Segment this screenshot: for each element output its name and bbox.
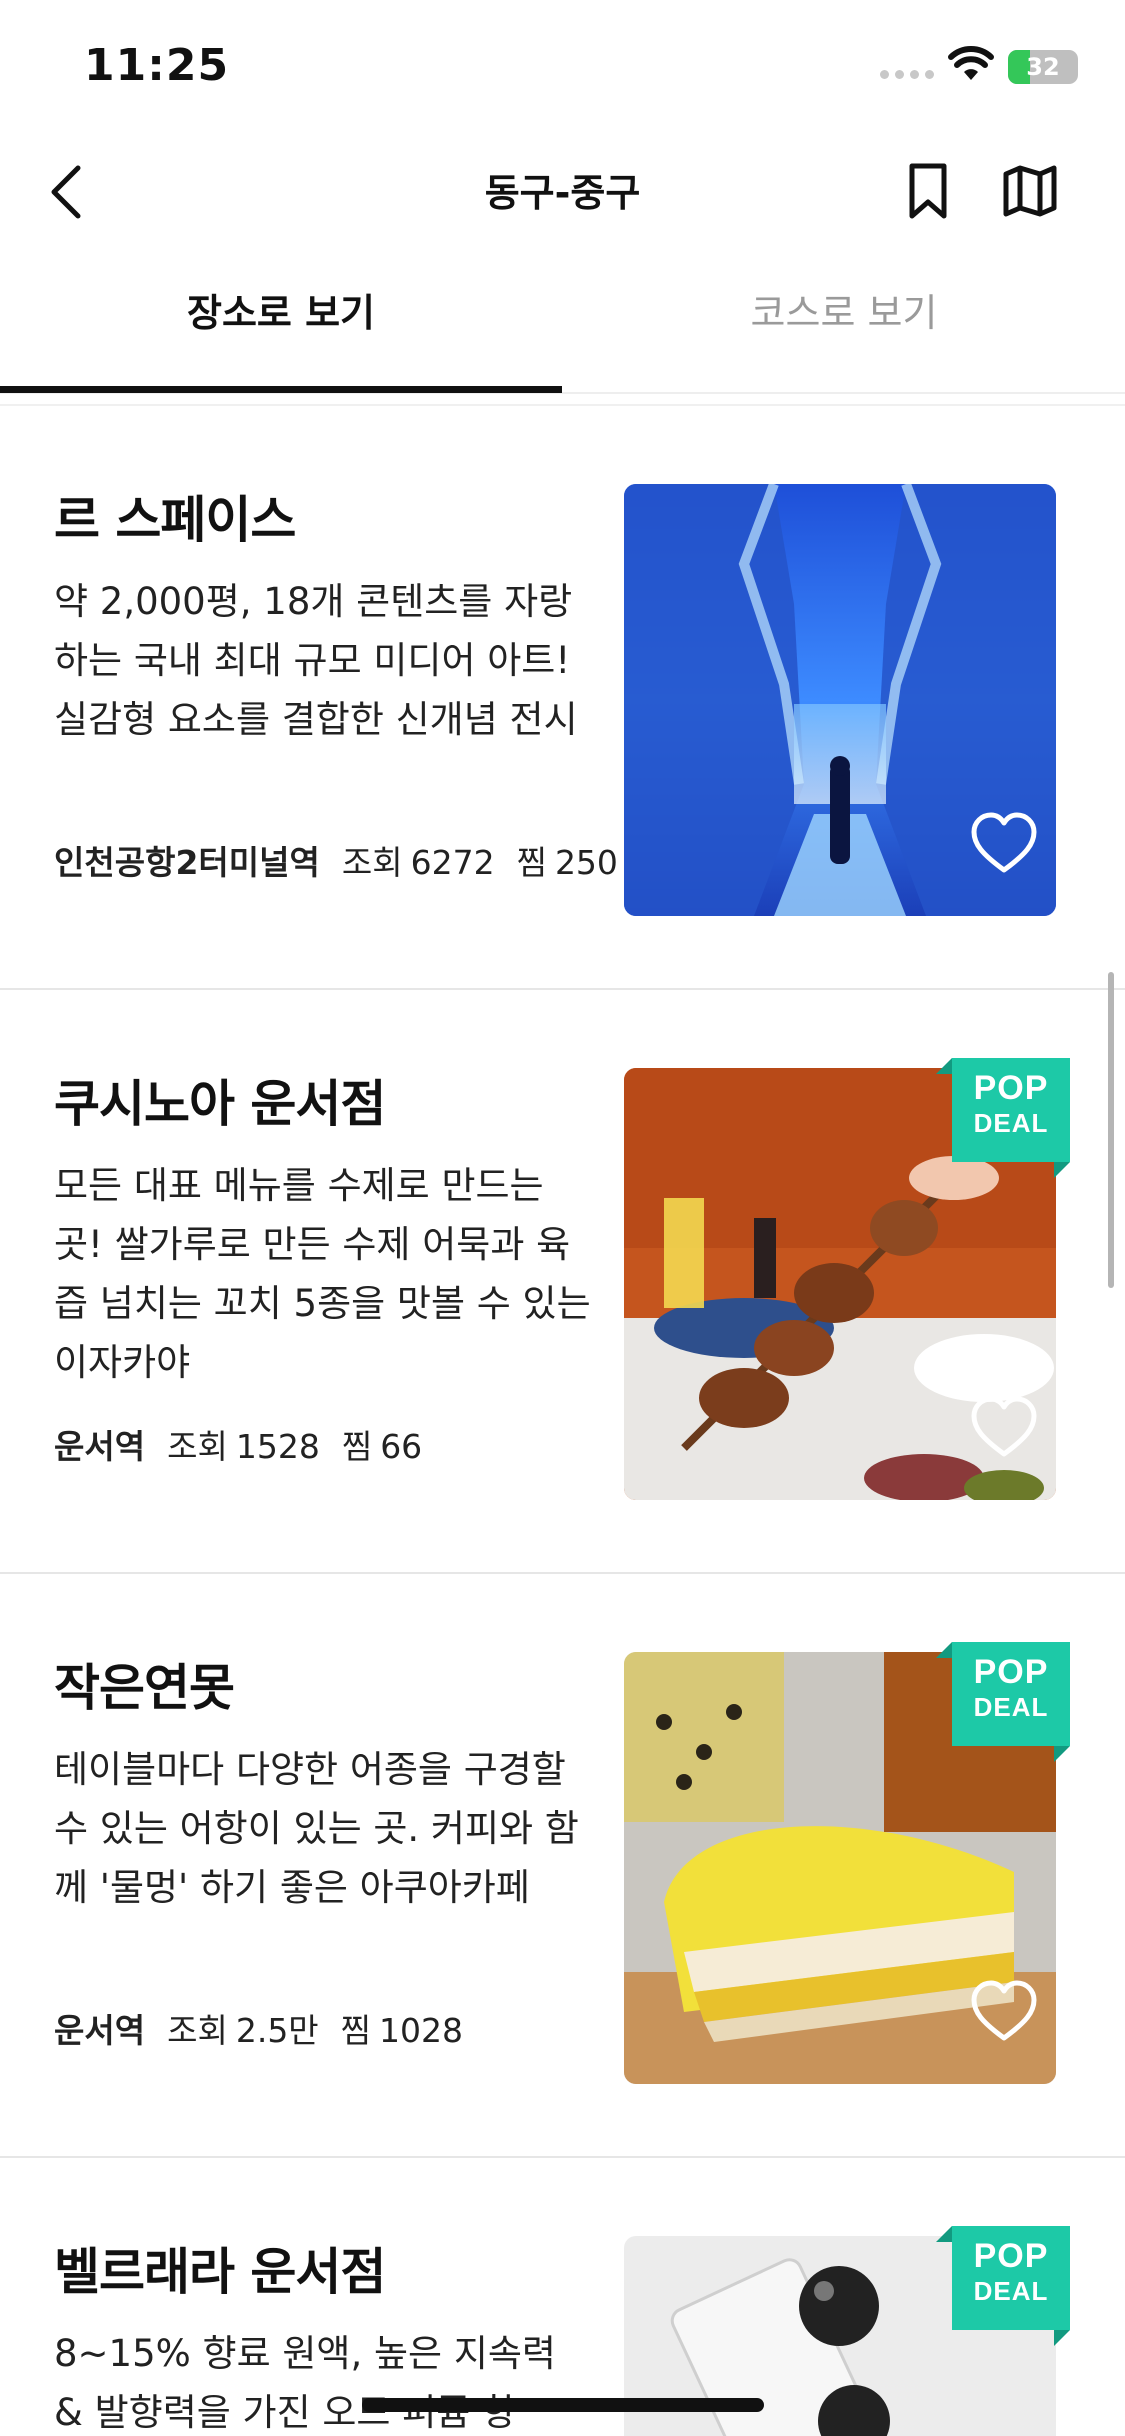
- badge-line1: POP: [973, 1653, 1049, 1691]
- views-count: 1528: [235, 1427, 320, 1466]
- badge-line2: DEAL: [973, 1108, 1049, 1138]
- likes-count: 1028: [379, 2011, 464, 2050]
- views-count: 6272: [410, 843, 495, 882]
- map-icon[interactable]: [1000, 162, 1060, 220]
- heart-icon[interactable]: [968, 810, 1040, 876]
- views-count: 2.5만: [235, 2011, 319, 2050]
- likes-count: 250: [554, 843, 618, 882]
- scrollbar[interactable]: [1108, 972, 1114, 1288]
- place-title: 르 스페이스: [54, 491, 296, 549]
- views-label: 조회: [341, 843, 403, 882]
- view-tabs: 장소로 보기 코스로 보기: [0, 270, 1125, 394]
- views-label: 조회: [167, 2011, 228, 2050]
- cellular-signal-icon: [880, 70, 934, 79]
- pop-deal-badge: POP DEAL: [936, 2226, 1072, 2346]
- heart-icon[interactable]: [968, 1978, 1040, 2044]
- likes-label: 찜: [516, 843, 547, 882]
- badge-line2: DEAL: [973, 1692, 1049, 1722]
- top-navigation-bar: 동구-중구: [0, 140, 1125, 240]
- place-meta: 운서역 조회 2.5만 찜 1028: [54, 2004, 624, 2052]
- battery-icon: 32: [1008, 50, 1078, 84]
- list-item[interactable]: 작은연못 테이블마다 다양한 어종을 구경할 수 있는 어항이 있는 곳. 커피…: [0, 1574, 1125, 2158]
- likes-count: 66: [380, 1427, 423, 1466]
- wifi-icon: [948, 46, 994, 80]
- station-name: 운서역: [54, 1427, 146, 1466]
- place-title: 벨르래라 운서점: [54, 2243, 386, 2301]
- list-item[interactable]: 벨르래라 운서점 8~15% 향료 원액, 높은 지속력 & 발향력을 가진 오…: [0, 2158, 1125, 2436]
- tab-courses[interactable]: 코스로 보기: [563, 270, 1125, 392]
- views-label: 조회: [167, 1427, 228, 1466]
- place-meta: 운서역 조회 1528 찜 66: [54, 1420, 624, 1468]
- badge-line1: POP: [973, 2237, 1049, 2275]
- battery-level: 32: [1026, 53, 1060, 81]
- pop-deal-badge: POP DEAL: [936, 1642, 1072, 1762]
- badge-line2: DEAL: [973, 2276, 1049, 2306]
- heart-icon[interactable]: [968, 1394, 1040, 1460]
- likes-label: 찜: [341, 1427, 373, 1466]
- list-item[interactable]: 쿠시노아 운서점 모든 대표 메뉴를 수제로 만드는 곳! 쌀가루로 만든 수제…: [0, 990, 1125, 1574]
- station-name: 인천공항2터미널역: [54, 843, 320, 882]
- place-description: 테이블마다 다양한 어종을 구경할 수 있는 어항이 있는 곳. 커피와 함께 …: [54, 1748, 579, 1909]
- page-title: 동구-중구: [484, 171, 641, 215]
- place-title: 작은연못: [54, 1659, 235, 1717]
- status-time: 11:25: [84, 40, 230, 91]
- home-indicator[interactable]: [362, 2398, 764, 2412]
- list-item[interactable]: 르 스페이스 약 2,000평, 18개 콘텐츠를 자랑하는 국내 최대 규모 …: [0, 406, 1125, 990]
- back-arrow-icon[interactable]: [38, 160, 102, 224]
- tab-places[interactable]: 장소로 보기: [0, 270, 562, 392]
- place-description: 8~15% 향료 원액, 높은 지속력 & 발향력을 가진 오드 퍼퓸 향: [54, 2332, 556, 2434]
- station-name: 운서역: [54, 2011, 146, 2050]
- pop-deal-badge: POP DEAL: [936, 1058, 1072, 1178]
- place-description: 약 2,000평, 18개 콘텐츠를 자랑하는 국내 최대 규모 미디어 아트!…: [54, 580, 578, 741]
- place-description: 모든 대표 메뉴를 수제로 만드는 곳! 쌀가루로 만든 수제 어묵과 육즙 넘…: [54, 1164, 591, 1384]
- status-bar: 11:25 32: [0, 0, 1125, 130]
- bookmark-icon[interactable]: [900, 160, 956, 222]
- place-meta: 인천공항2터미널역 조회 6272 찜 250: [54, 836, 624, 884]
- likes-label: 찜: [340, 2011, 372, 2050]
- place-title: 쿠시노아 운서점: [54, 1075, 386, 1133]
- active-tab-indicator: [0, 386, 562, 393]
- badge-line1: POP: [973, 1069, 1049, 1107]
